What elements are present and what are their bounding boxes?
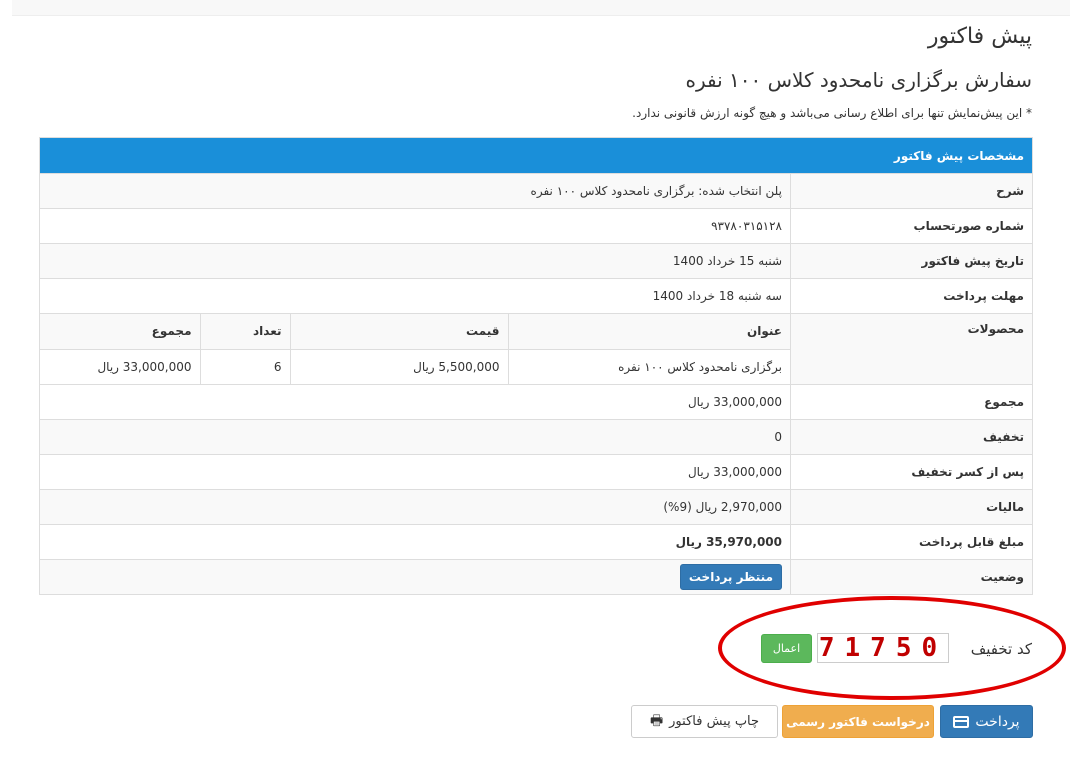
- apply-coupon-button[interactable]: اعمال: [761, 634, 812, 663]
- payable-amount-value: 35,970,000 ریال: [39, 524, 791, 560]
- row-subtotal: مجموع 33,000,000 ریال: [39, 384, 1033, 420]
- status-badge[interactable]: منتظر پرداخت: [679, 564, 782, 590]
- column-header-price: قیمت: [289, 314, 508, 349]
- row-payable-amount: مبلغ قابل پرداخت 35,970,000 ریال: [39, 524, 1033, 560]
- discount-value: 0: [39, 419, 791, 455]
- print-invoice-button[interactable]: چاپ پیش فاکتور 🖶: [631, 705, 778, 738]
- row-after-discount: پس از کسر تخفیف 33,000,000 ریال: [39, 454, 1033, 490]
- description-value: پلن انتخاب شده: برگزاری نامحدود کلاس ۱۰۰…: [39, 173, 791, 209]
- invoice-header: مشخصات پیش فاکتور: [39, 137, 1033, 174]
- after-discount-value: 33,000,000 ریال: [39, 454, 791, 490]
- row-payment-deadline: مهلت پرداخت سه شنبه 18 خرداد 1400: [39, 278, 1033, 314]
- disclaimer-text: * این پیش‌نمایش تنها برای اطلاع رسانی می…: [632, 106, 1032, 120]
- invoice-date-value: شنبه 15 خرداد 1400: [39, 243, 791, 279]
- column-header-title: عنوان: [507, 314, 790, 349]
- products-label: محصولات: [790, 313, 1033, 385]
- row-discount: تخفیف 0: [39, 419, 1033, 455]
- payment-deadline-value: سه شنبه 18 خرداد 1400: [39, 278, 791, 314]
- column-header-quantity: تعداد: [199, 314, 290, 349]
- row-products: محصولات عنوان قیمت تعداد مجموع برگزاری ن…: [39, 313, 1033, 385]
- description-label: شرح: [790, 173, 1033, 209]
- product-quantity: 6: [199, 348, 290, 384]
- page-title: پیش فاکتور: [927, 24, 1032, 49]
- account-number-value: ۹۳۷۸۰۳۱۵۱۲۸: [39, 208, 791, 244]
- credit-card-icon: [953, 715, 970, 728]
- row-account-number: شماره صورتحساب ۹۳۷۸۰۳۱۵۱۲۸: [39, 208, 1033, 244]
- subtotal-label: مجموع: [790, 384, 1033, 420]
- top-navbar: [12, 0, 1070, 16]
- payment-deadline-label: مهلت پرداخت: [790, 278, 1033, 314]
- product-price: 5,500,000 ریال: [289, 348, 508, 384]
- pay-button-label: پرداخت: [975, 713, 1020, 730]
- coupon-code-input[interactable]: 71750: [817, 633, 949, 663]
- official-invoice-button[interactable]: درخواست فاکتور رسمی: [782, 705, 934, 738]
- invoice-table: مشخصات پیش فاکتور شرح پلن انتخاب شده: بر…: [39, 137, 1033, 595]
- payable-amount-label: مبلغ قابل پرداخت: [790, 524, 1033, 560]
- printer-icon: 🖶: [649, 712, 664, 729]
- row-description: شرح پلن انتخاب شده: برگزاری نامحدود کلاس…: [39, 173, 1033, 209]
- print-invoice-label: چاپ پیش فاکتور: [669, 714, 760, 729]
- status-label: وضعیت: [790, 559, 1033, 595]
- tax-label: مالیات: [790, 489, 1033, 525]
- product-total: 33,000,000 ریال: [40, 348, 200, 384]
- row-tax: مالیات 2,970,000 ریال (9%): [39, 489, 1033, 525]
- row-status: وضعیت منتظر پرداخت: [39, 559, 1033, 595]
- official-invoice-label: درخواست فاکتور رسمی: [786, 714, 930, 729]
- after-discount-label: پس از کسر تخفیف: [790, 454, 1033, 490]
- tax-value: 2,970,000 ریال (9%): [39, 489, 791, 525]
- pay-button[interactable]: پرداخت: [940, 705, 1033, 738]
- coupon-label: کد تخفیف: [970, 640, 1032, 658]
- invoice-date-label: تاریخ پیش فاکتور: [790, 243, 1033, 279]
- account-number-label: شماره صورتحساب: [790, 208, 1033, 244]
- table-row: برگزاری نامحدود کلاس ۱۰۰ نفره 5,500,000 …: [40, 348, 790, 384]
- row-invoice-date: تاریخ پیش فاکتور شنبه 15 خرداد 1400: [39, 243, 1033, 279]
- products-table: عنوان قیمت تعداد مجموع برگزاری نامحدود ک…: [40, 314, 790, 384]
- subtotal-value: 33,000,000 ریال: [39, 384, 791, 420]
- column-header-total: مجموع: [40, 314, 200, 349]
- product-title: برگزاری نامحدود کلاس ۱۰۰ نفره: [507, 348, 790, 384]
- order-subtitle: سفارش برگزاری نامحدود کلاس ۱۰۰ نفره: [685, 68, 1032, 92]
- discount-label: تخفیف: [790, 419, 1033, 455]
